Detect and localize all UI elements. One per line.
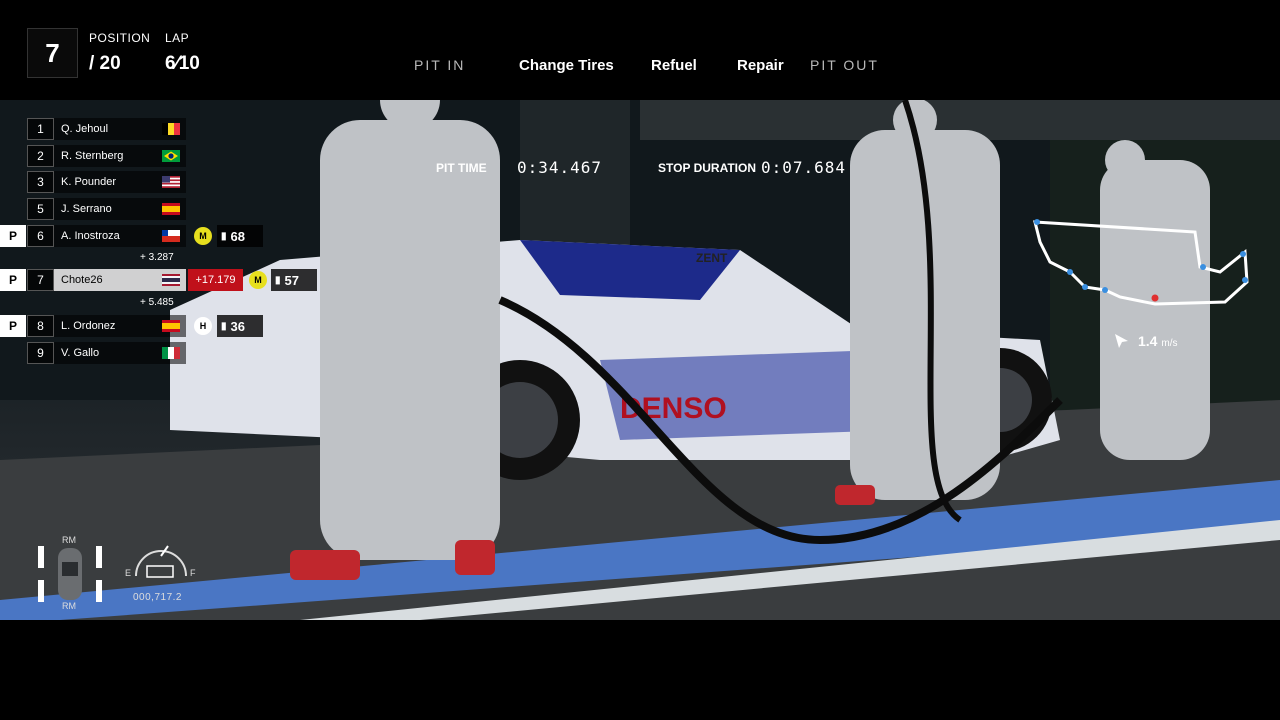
italy-flag-icon [162,347,180,359]
fuel-pump-icon: ▮ [275,274,281,286]
pit-time-label: PIT TIME [436,161,487,175]
position-label: POSITION [89,31,151,45]
lap-label: LAP [165,31,190,45]
spain-flag-icon [162,203,180,215]
current-position-box: 7 [27,28,78,78]
fuel-gauge-dial-icon [135,545,187,578]
change-tires-option[interactable]: Change Tires [519,57,614,77]
stop-duration-label: STOP DURATION [658,161,757,175]
stop-duration-value: 0:07.684 [761,158,847,177]
svg-text:ZENT: ZENT [696,251,728,265]
fuel-value: 68 [230,228,245,244]
gap-behind: + 5.485 [140,297,174,308]
row-position: 8 [27,315,54,337]
fuel-indicator: ▮ 68 [217,225,263,247]
usa-flag-icon [162,176,180,188]
pit-indicator: P [0,315,26,337]
player-time-delta: +17.179 [188,269,243,291]
cursor-arrow-icon [1115,334,1128,348]
row-position: 2 [27,145,54,167]
speed-readout: 1.4 m/s [1138,333,1177,349]
track-outline [1033,220,1249,306]
hard-tyre-icon: H [194,317,212,335]
row-position: 1 [27,118,54,140]
current-position-value: 7 [45,37,60,68]
fuel-pump-icon: ▮ [221,230,227,242]
brazil-flag-icon [162,150,180,162]
medium-tyre-icon: M [194,227,212,245]
lap-counter: 6⁄10 [165,53,200,74]
fuel-empty-label: E [125,568,132,578]
fuel-value: 36 [230,318,245,334]
row-position: 9 [27,342,54,364]
odometer: 000,717.2 [133,592,182,603]
pit-indicator: P [0,269,26,291]
pit-out-label: PIT OUT [810,57,879,73]
pit-in-label: PIT IN [414,57,466,73]
medium-tyre-icon: M [249,271,267,289]
fuel-value: 57 [284,272,299,288]
speed-value: 1.4 [1138,333,1158,349]
fuel-indicator: ▮ 57 [271,269,317,291]
row-position: 5 [27,198,54,220]
car-tyre-icon [38,546,102,602]
chile-flag-icon [162,230,180,242]
track-map [1033,219,1249,306]
row-position: 6 [27,225,54,247]
rear-tyre-compound-label: RM [62,601,76,611]
spain-flag-icon [162,320,180,332]
refuel-option[interactable]: Refuel [651,57,697,77]
fuel-indicator: ▮ 36 [217,315,263,337]
pit-time-value: 0:34.467 [517,158,603,177]
thailand-flag-icon [162,274,180,286]
speed-unit: m/s [1161,338,1178,349]
repair-option[interactable]: Repair [737,57,784,77]
pit-lane-scene: DENSO ZENT [0,100,1280,620]
row-position: 3 [27,171,54,193]
player-position-marker [1151,294,1159,302]
position-total: / 20 [89,53,121,74]
belgium-flag-icon [162,123,180,135]
row-position: 7 [27,269,54,291]
pit-scene-background: DENSO ZENT [0,100,1280,620]
gap-ahead: + 3.287 [140,252,174,263]
fuel-full-label: F [190,568,196,578]
pit-indicator: P [0,225,26,247]
fuel-pump-icon: ▮ [221,320,227,332]
